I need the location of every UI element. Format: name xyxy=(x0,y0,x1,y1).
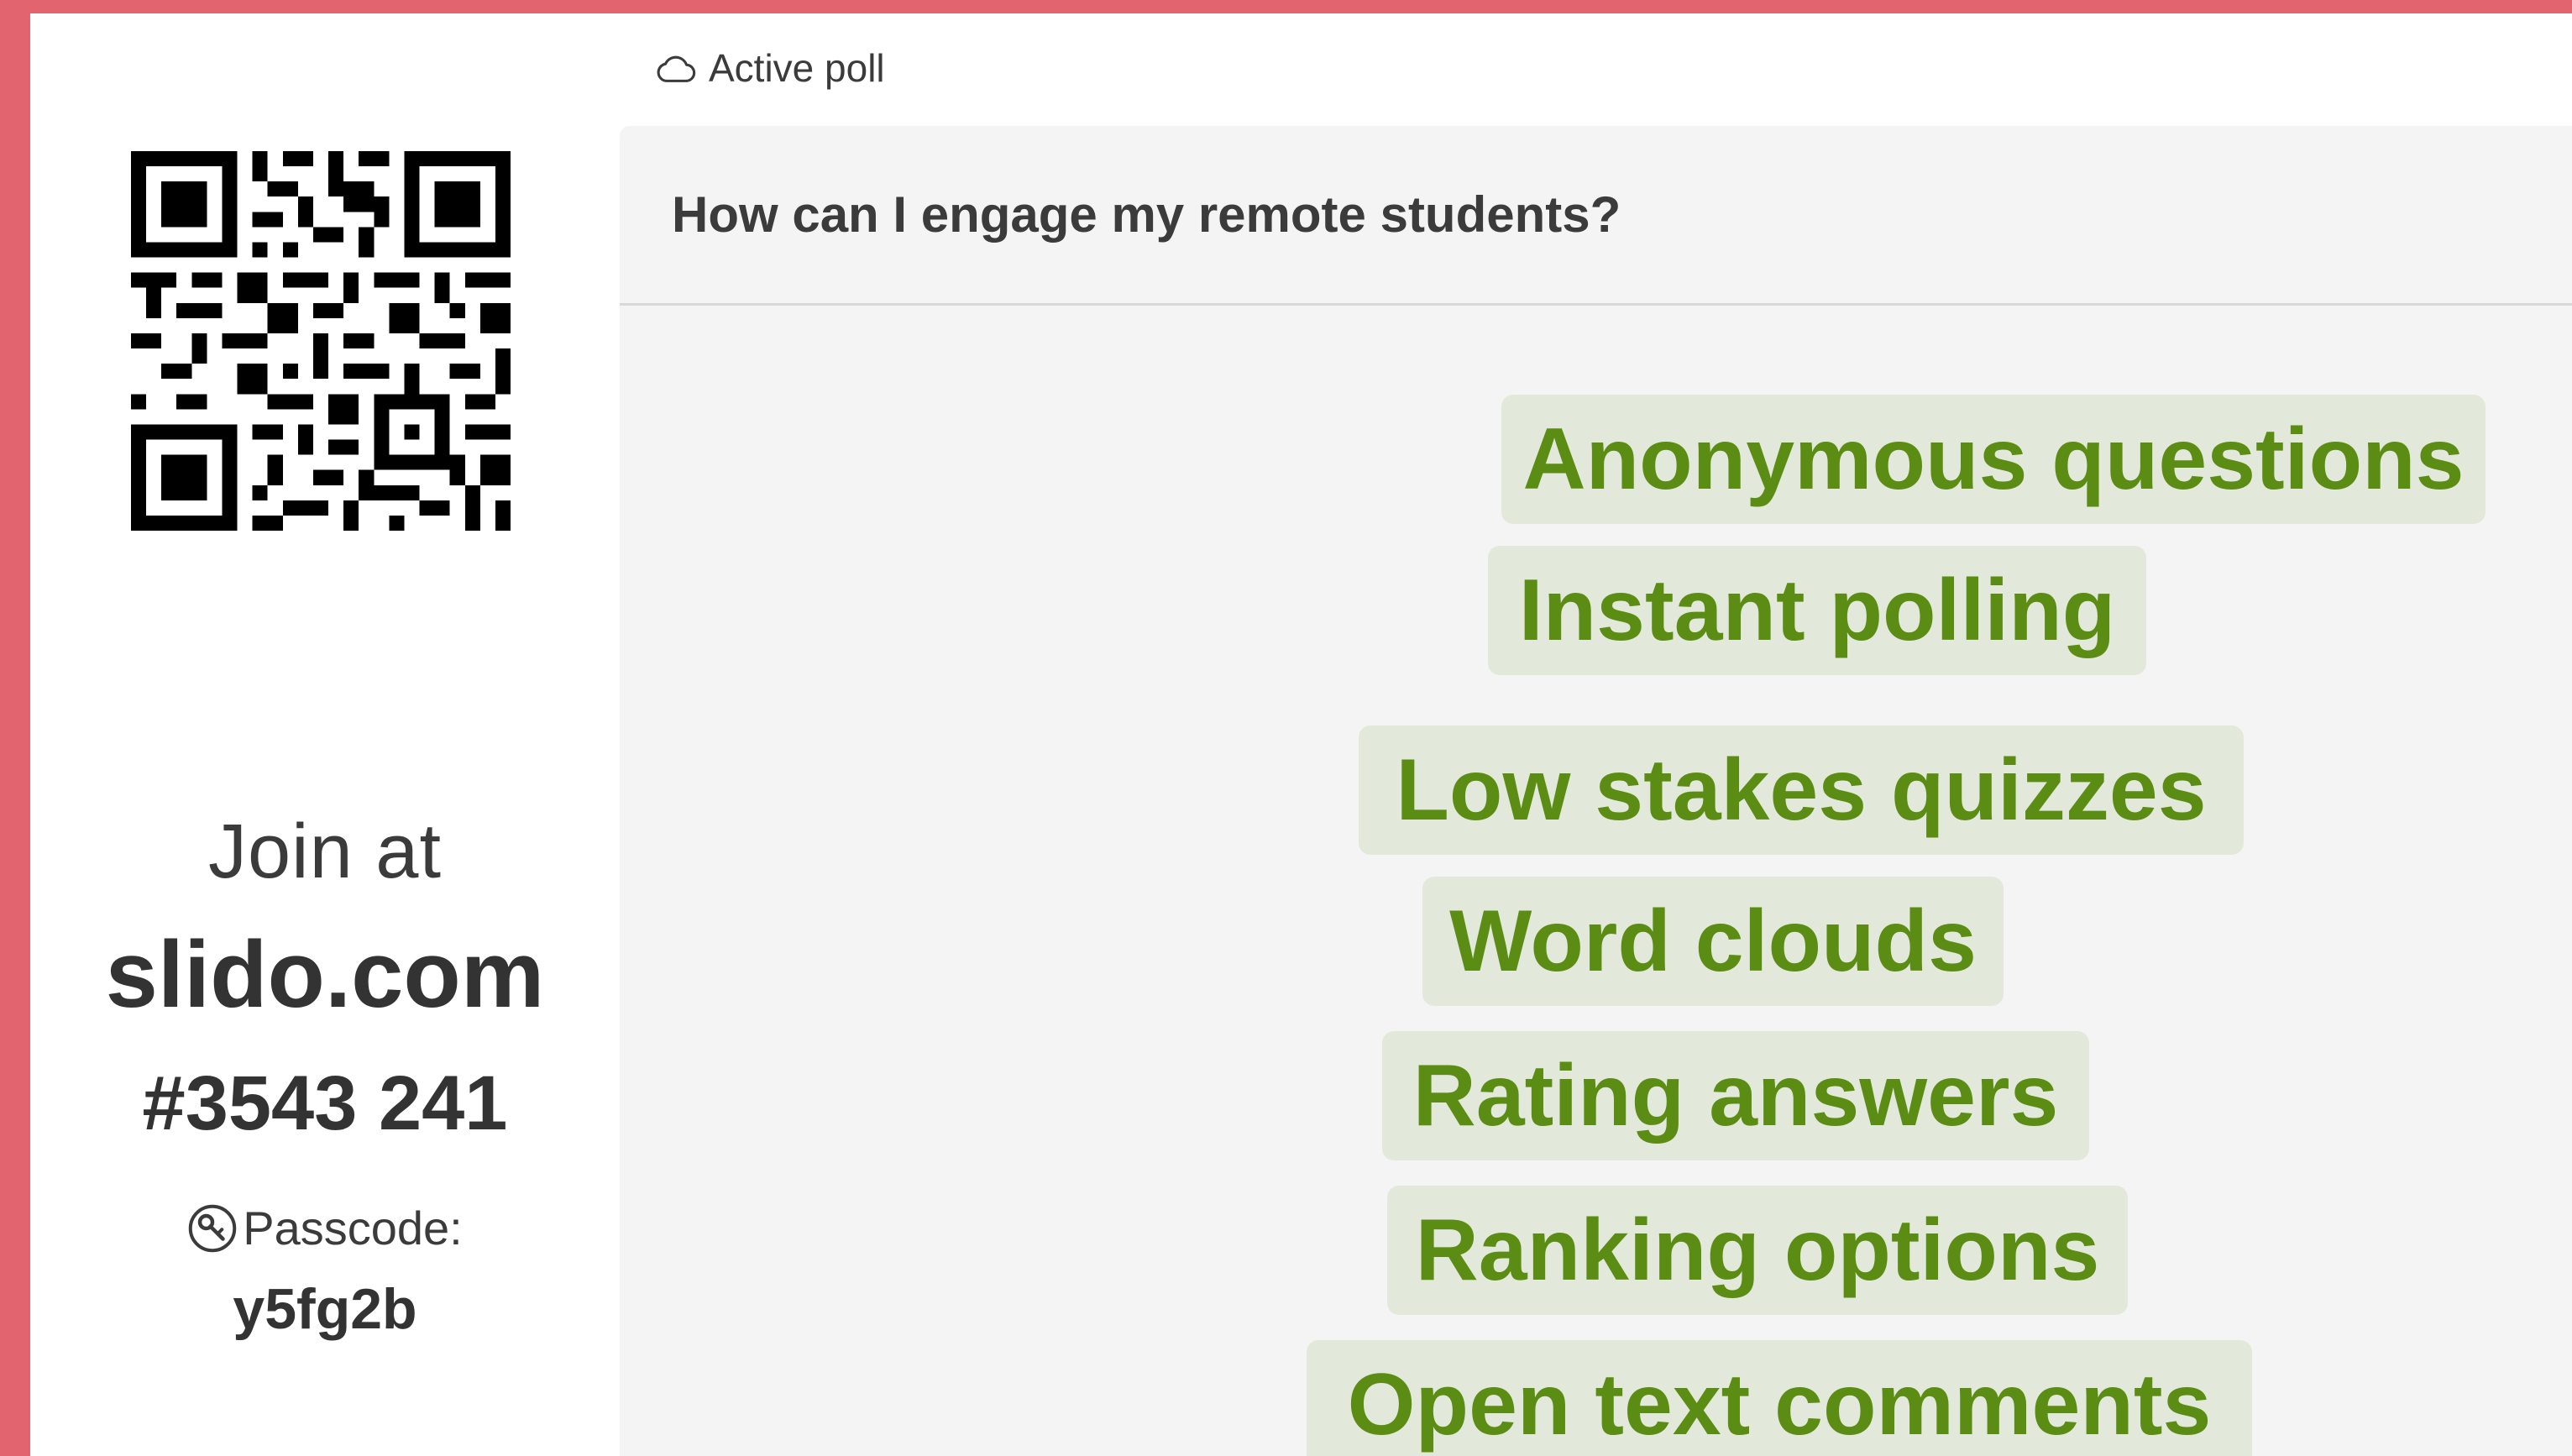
passcode-label: Passcode: xyxy=(243,1202,463,1254)
answer-item: Anonymous questions xyxy=(1501,395,2486,524)
qr-code-icon xyxy=(131,151,511,531)
answer-item: Rating answers xyxy=(1382,1031,2089,1160)
key-icon xyxy=(187,1203,238,1254)
join-url[interactable]: slido.com xyxy=(30,920,620,1029)
answer-item: Ranking options xyxy=(1387,1186,2128,1315)
answer-item: Instant polling xyxy=(1488,546,2146,675)
join-label: Join at xyxy=(207,809,443,894)
join-sidebar: Join at slido.com #3543 241 Passcode: y5… xyxy=(30,13,620,1456)
status-label: Active poll xyxy=(709,46,885,90)
passcode-value: y5fg2b xyxy=(233,1277,417,1341)
poll-panel: How can I engage my remote students? Ano… xyxy=(620,126,2572,1456)
app-frame: Join at slido.com #3543 241 Passcode: y5… xyxy=(30,13,2572,1456)
passcode-row: Passcode: xyxy=(30,1201,620,1255)
poll-status: Active poll xyxy=(655,45,885,91)
cloud-icon xyxy=(655,51,697,85)
poll-question: How can I engage my remote students? xyxy=(620,126,2572,306)
answer-item: Word clouds xyxy=(1422,877,2004,1006)
answer-item: Open text comments xyxy=(1307,1340,2252,1456)
event-code: #3543 241 xyxy=(142,1061,508,1146)
answer-item: Low stakes quizzes xyxy=(1359,725,2244,855)
